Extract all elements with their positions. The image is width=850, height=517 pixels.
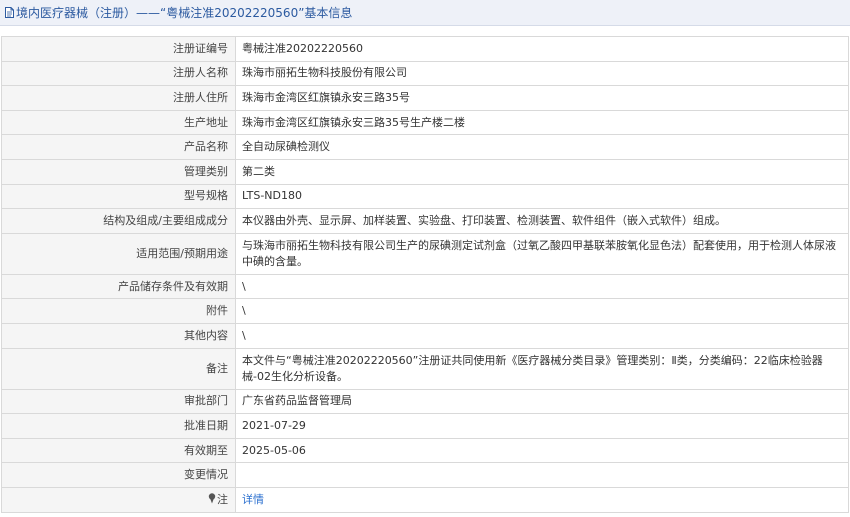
table-row-approval-department: 审批部门 广东省药品监督管理局 [1, 388, 849, 415]
row-value: 粤械注准20202220560 [235, 36, 849, 62]
row-label: 产品名称 [1, 134, 236, 160]
table-row-storage-validity: 产品储存条件及有效期 \ [1, 273, 849, 300]
table-row-structure-composition: 结构及组成/主要组成成分 本仪器由外壳、显示屏、加样装置、实验盘、打印装置、检测… [1, 208, 849, 234]
row-value: \ [235, 322, 849, 349]
row-value [235, 462, 849, 488]
row-label-text: 注 [217, 492, 228, 506]
row-value: 第二类 [235, 158, 849, 185]
row-value: LTS-ND180 [235, 183, 849, 210]
table-row-registrant-name: 注册人名称 珠海市丽拓生物科技股份有限公司 [1, 60, 849, 87]
row-label: 管理类别 [1, 158, 236, 185]
table-row-change-history: 变更情况 [1, 462, 849, 488]
row-label: 产品储存条件及有效期 [1, 273, 236, 300]
table-row-production-address: 生产地址 珠海市金湾区红旗镇永安三路35号生产楼二楼 [1, 109, 849, 136]
row-label: 变更情况 [1, 462, 236, 488]
table-row-approval-date: 批准日期 2021-07-29 [1, 413, 849, 439]
row-label: 有效期至 [1, 437, 236, 464]
row-value: 详情 [235, 486, 849, 513]
table-row-other-content: 其他内容 \ [1, 322, 849, 349]
table-row-remarks: 备注 本文件与“粤械注准20202220560”注册证共同使用新《医疗器械分类目… [1, 347, 849, 390]
table-row-registration-number: 注册证编号 粤械注准20202220560 [1, 36, 849, 62]
page-title-bar: 境内医疗器械（注册）——“粤械注准20202220560”基本信息 [0, 0, 850, 26]
row-label: 审批部门 [1, 388, 236, 415]
document-icon [5, 7, 14, 18]
row-label: 其他内容 [1, 322, 236, 349]
detail-table: 注册证编号 粤械注准20202220560 注册人名称 珠海市丽拓生物科技股份有… [1, 36, 849, 513]
pin-icon [208, 493, 216, 504]
row-label-note: 注 [1, 486, 236, 513]
page-title: 境内医疗器械（注册）——“粤械注准20202220560”基本信息 [16, 6, 353, 20]
row-label: 注册人住所 [1, 85, 236, 111]
row-value: 2021-07-29 [235, 413, 849, 439]
row-value: 珠海市金湾区红旗镇永安三路35号 [235, 85, 849, 111]
table-row-management-class: 管理类别 第二类 [1, 158, 849, 185]
row-value: 本仪器由外壳、显示屏、加样装置、实验盘、打印装置、检测装置、软件组件（嵌入式软件… [235, 208, 849, 234]
row-value: 全自动尿碘检测仪 [235, 134, 849, 160]
table-row-valid-until: 有效期至 2025-05-06 [1, 437, 849, 464]
row-value: \ [235, 298, 849, 324]
row-label: 批准日期 [1, 413, 236, 439]
row-label: 注册人名称 [1, 60, 236, 87]
row-value: 与珠海市丽拓生物科技有限公司生产的尿碘测定试剂盒（过氧乙酸四甲基联苯胺氧化显色法… [235, 232, 849, 275]
table-row-model-spec: 型号规格 LTS-ND180 [1, 183, 849, 210]
table-row-attachments: 附件 \ [1, 298, 849, 324]
row-value: 2025-05-06 [235, 437, 849, 464]
row-value: 广东省药品监督管理局 [235, 388, 849, 415]
table-row-intended-use: 适用范围/预期用途 与珠海市丽拓生物科技有限公司生产的尿碘测定试剂盒（过氧乙酸四… [1, 232, 849, 275]
row-label: 生产地址 [1, 109, 236, 136]
row-label: 备注 [1, 347, 236, 390]
table-row-product-name: 产品名称 全自动尿碘检测仪 [1, 134, 849, 160]
row-label: 结构及组成/主要组成成分 [1, 208, 236, 234]
table-row-note: 注 详情 [1, 486, 849, 513]
row-value: \ [235, 273, 849, 300]
row-label: 适用范围/预期用途 [1, 232, 236, 275]
details-link[interactable]: 详情 [242, 493, 264, 506]
row-label: 型号规格 [1, 183, 236, 210]
row-value: 珠海市金湾区红旗镇永安三路35号生产楼二楼 [235, 109, 849, 136]
table-row-registrant-address: 注册人住所 珠海市金湾区红旗镇永安三路35号 [1, 85, 849, 111]
row-label: 注册证编号 [1, 36, 236, 62]
row-value: 珠海市丽拓生物科技股份有限公司 [235, 60, 849, 87]
row-value: 本文件与“粤械注准20202220560”注册证共同使用新《医疗器械分类目录》管… [235, 347, 849, 390]
row-label: 附件 [1, 298, 236, 324]
